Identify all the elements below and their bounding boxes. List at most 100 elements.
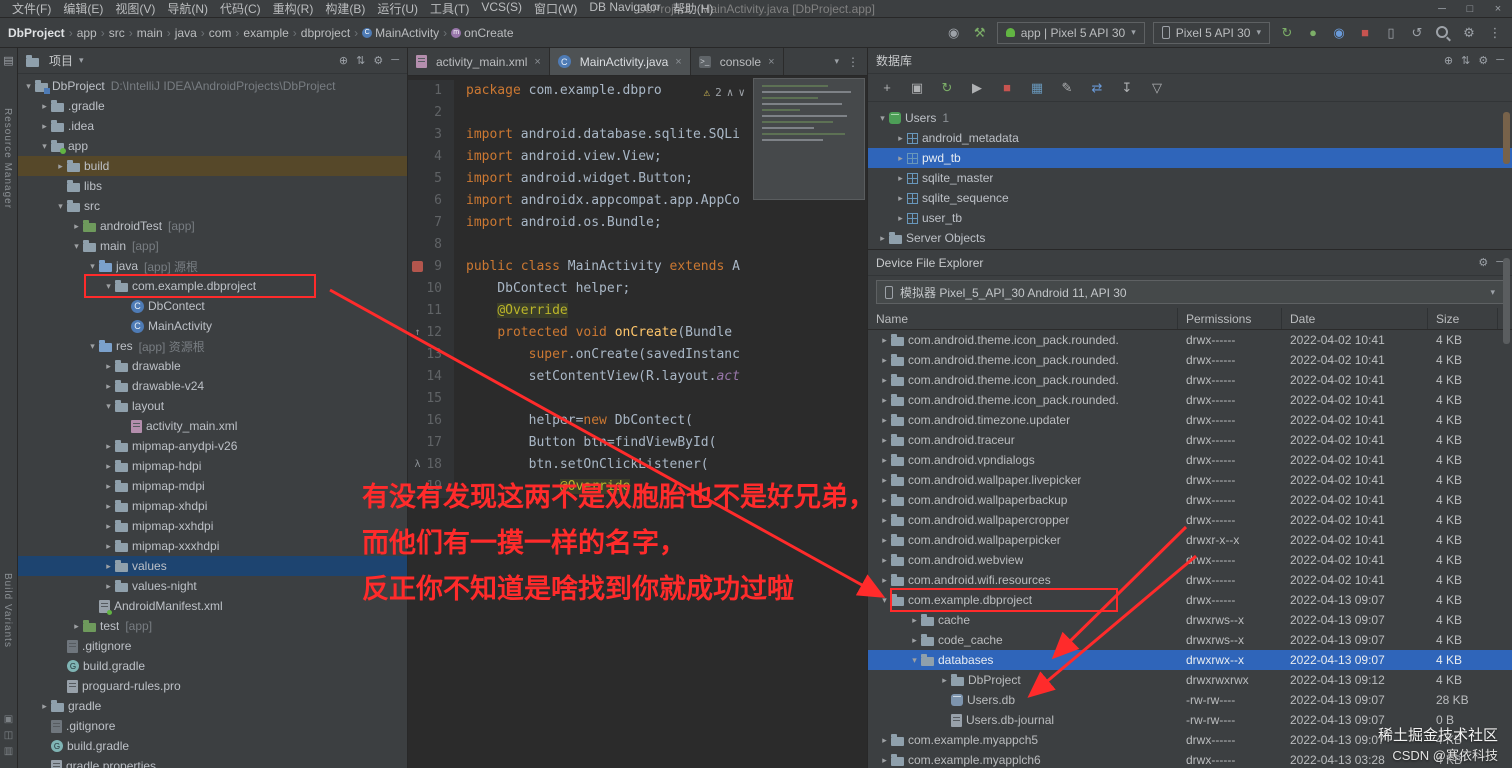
breadcrumb-item[interactable]: DbProject bbox=[8, 26, 65, 40]
refresh-icon[interactable]: ↻ bbox=[938, 79, 956, 97]
expanded-arrow[interactable]: ▾ bbox=[102, 281, 115, 292]
inspection-widget[interactable]: ⚠ 2 ∧ ∨ bbox=[704, 82, 746, 104]
tree-item[interactable]: ▾ DbProject D:\IntelliJ IDEA\AndroidProjec… bbox=[18, 76, 407, 96]
column-header[interactable]: Name bbox=[868, 308, 1178, 329]
breadcrumb-item[interactable]: app bbox=[77, 26, 97, 40]
database-scrollbar[interactable] bbox=[1503, 112, 1510, 164]
collapsed-arrow[interactable]: ▸ bbox=[878, 455, 891, 466]
window-minimize-button[interactable]: ─ bbox=[1428, 3, 1456, 15]
collapsed-arrow[interactable]: ▸ bbox=[102, 441, 115, 452]
tree-item[interactable]: ▸ pwd_tb bbox=[868, 148, 1512, 168]
settings-icon[interactable]: ⚙ bbox=[1460, 24, 1478, 42]
file-table-scrollbar[interactable] bbox=[1503, 258, 1510, 344]
hide-icon[interactable]: ─ bbox=[391, 54, 399, 67]
tree-item[interactable]: build.gradle bbox=[18, 656, 407, 676]
tree-item[interactable]: ▸ sqlite_sequence bbox=[868, 188, 1512, 208]
file-row[interactable]: ▸ com.android.wallpaper.livepicker drwx---… bbox=[868, 470, 1512, 490]
column-header[interactable]: Permissions bbox=[1178, 308, 1282, 329]
tree-item[interactable]: ▸ android_metadata bbox=[868, 128, 1512, 148]
copy-icon[interactable]: ▣ bbox=[908, 79, 926, 97]
tree-item[interactable]: ▸ sqlite_master bbox=[868, 168, 1512, 188]
file-row[interactable]: ▾ com.example.dbproject drwx------ 2022-04-… bbox=[868, 590, 1512, 610]
device-select[interactable]: Pixel 5 API 30 ▾ bbox=[1152, 21, 1270, 44]
debug-icon[interactable]: ● bbox=[1304, 24, 1322, 42]
collapsed-arrow[interactable]: ▸ bbox=[102, 581, 115, 592]
project-tool-icon[interactable]: ▤ bbox=[0, 54, 17, 67]
tree-item[interactable]: ▸ mipmap-hdpi bbox=[18, 456, 407, 476]
search-icon[interactable] bbox=[1434, 24, 1452, 42]
file-row[interactable]: ▸ com.android.wallpaperbackup drwx------ 20… bbox=[868, 490, 1512, 510]
collapsed-arrow[interactable]: ▸ bbox=[878, 535, 891, 546]
breadcrumb-item[interactable]: src bbox=[109, 26, 125, 40]
file-row[interactable]: ▸ DbProject drwxrwxrwx 2022-04-13 09:12 4 KB bbox=[868, 670, 1512, 690]
code-line[interactable]: 8 bbox=[408, 234, 867, 256]
override-gutter-icon[interactable] bbox=[412, 327, 423, 338]
menu-item[interactable]: 代码(C) bbox=[214, 0, 267, 17]
prev-warning-icon[interactable]: ∧ bbox=[727, 82, 734, 104]
tree-item[interactable]: ▸ mipmap-xxhdpi bbox=[18, 516, 407, 536]
file-row[interactable]: ▸ com.android.theme.icon_pack.rounded. drw… bbox=[868, 350, 1512, 370]
collapsed-arrow[interactable]: ▸ bbox=[894, 133, 907, 144]
collapsed-arrow[interactable]: ▸ bbox=[878, 395, 891, 406]
tree-item[interactable]: ▾ layout bbox=[18, 396, 407, 416]
gradle-sync-icon[interactable]: ↺ bbox=[1408, 24, 1426, 42]
collapsed-arrow[interactable]: ▸ bbox=[878, 355, 891, 366]
file-row[interactable]: ▸ com.android.theme.icon_pack.rounded. drw… bbox=[868, 370, 1512, 390]
project-panel-title[interactable]: 项目 bbox=[49, 52, 73, 69]
collapsed-arrow[interactable]: ▸ bbox=[70, 221, 83, 232]
filter-icon[interactable]: ▽ bbox=[1148, 79, 1166, 97]
menu-item[interactable]: 重构(R) bbox=[267, 0, 320, 17]
expanded-arrow[interactable]: ▾ bbox=[878, 595, 891, 606]
menu-item[interactable]: VCS(S) bbox=[475, 0, 528, 17]
window-close-button[interactable]: × bbox=[1484, 3, 1512, 15]
settings-icon[interactable]: ⚙ bbox=[373, 54, 383, 67]
tree-item[interactable]: ▸ drawable-v24 bbox=[18, 376, 407, 396]
code-line[interactable]: 9 public class MainActivity extends A bbox=[408, 256, 867, 278]
collapsed-arrow[interactable]: ▸ bbox=[38, 121, 51, 132]
tree-item[interactable]: .gitignore bbox=[18, 636, 407, 656]
more-icon[interactable]: ⋮ bbox=[847, 55, 859, 69]
expanded-arrow[interactable]: ▾ bbox=[876, 113, 889, 124]
expanded-arrow[interactable]: ▾ bbox=[22, 81, 35, 92]
edit-icon[interactable]: ✎ bbox=[1058, 79, 1076, 97]
file-row[interactable]: ▸ com.android.wallpaperpicker drwxr-x--x 20… bbox=[868, 530, 1512, 550]
add-icon[interactable]: + bbox=[878, 79, 896, 97]
file-row[interactable]: ▸ cache drwxrws--x 2022-04-13 09:07 4 KB bbox=[868, 610, 1512, 630]
code-line[interactable]: 7 import android.os.Bundle; bbox=[408, 212, 867, 234]
tree-item[interactable]: proguard-rules.pro bbox=[18, 676, 407, 696]
tree-item[interactable]: build.gradle bbox=[18, 736, 407, 756]
code-line[interactable]: 11 @Override bbox=[408, 300, 867, 322]
collapsed-arrow[interactable]: ▸ bbox=[878, 375, 891, 386]
device-selector[interactable]: 模拟器 Pixel_5_API_30 Android 11, API 30 ▾ bbox=[876, 280, 1504, 304]
collapsed-arrow[interactable]: ▸ bbox=[894, 173, 907, 184]
collapsed-arrow[interactable]: ▸ bbox=[878, 435, 891, 446]
window-maximize-button[interactable]: □ bbox=[1456, 3, 1484, 15]
stop-icon[interactable]: ■ bbox=[998, 79, 1016, 97]
code-area[interactable]: 1 package com.example.dbpro 2 3 import andro… bbox=[408, 76, 867, 768]
tree-item[interactable]: AndroidManifest.xml bbox=[18, 596, 407, 616]
code-line[interactable]: 19 @Override bbox=[408, 476, 867, 498]
file-row[interactable]: ▸ com.android.timezone.updater drwx------ 2… bbox=[868, 410, 1512, 430]
code-line[interactable]: 16 helper=new DbContect( bbox=[408, 410, 867, 432]
tree-item[interactable]: activity_main.xml bbox=[18, 416, 407, 436]
breadcrumb-item[interactable]: com bbox=[209, 26, 232, 40]
editor-tab[interactable]: MainActivity.java × bbox=[549, 48, 691, 75]
collapsed-arrow[interactable]: ▸ bbox=[878, 555, 891, 566]
menu-item[interactable]: 视图(V) bbox=[109, 0, 161, 17]
menu-item[interactable]: 编辑(E) bbox=[57, 0, 109, 17]
breadcrumb-item[interactable]: main bbox=[137, 26, 163, 40]
collapsed-arrow[interactable]: ▸ bbox=[54, 161, 67, 172]
menu-item[interactable]: 工具(T) bbox=[424, 0, 475, 17]
tree-item[interactable]: ▾ res [app] 资源根 bbox=[18, 336, 407, 356]
file-row[interactable]: Users.db -rw-rw---- 2022-04-13 09:07 28 KB bbox=[868, 690, 1512, 710]
profile-icon[interactable]: ◉ bbox=[1330, 24, 1348, 42]
expanded-arrow[interactable]: ▾ bbox=[54, 201, 67, 212]
locate-icon[interactable]: ⊕ bbox=[339, 54, 348, 67]
device-manager-icon[interactable]: ▯ bbox=[1382, 24, 1400, 42]
file-row[interactable]: ▸ com.android.traceur drwx------ 2022-04-02… bbox=[868, 430, 1512, 450]
collapsed-arrow[interactable]: ▸ bbox=[878, 575, 891, 586]
file-row[interactable]: ▸ com.android.theme.icon_pack.rounded. drw… bbox=[868, 390, 1512, 410]
close-icon[interactable]: × bbox=[768, 56, 774, 68]
file-row[interactable]: ▸ com.android.theme.icon_pack.rounded. drw… bbox=[868, 330, 1512, 350]
code-line[interactable]: 14 setContentView(R.layout.act bbox=[408, 366, 867, 388]
